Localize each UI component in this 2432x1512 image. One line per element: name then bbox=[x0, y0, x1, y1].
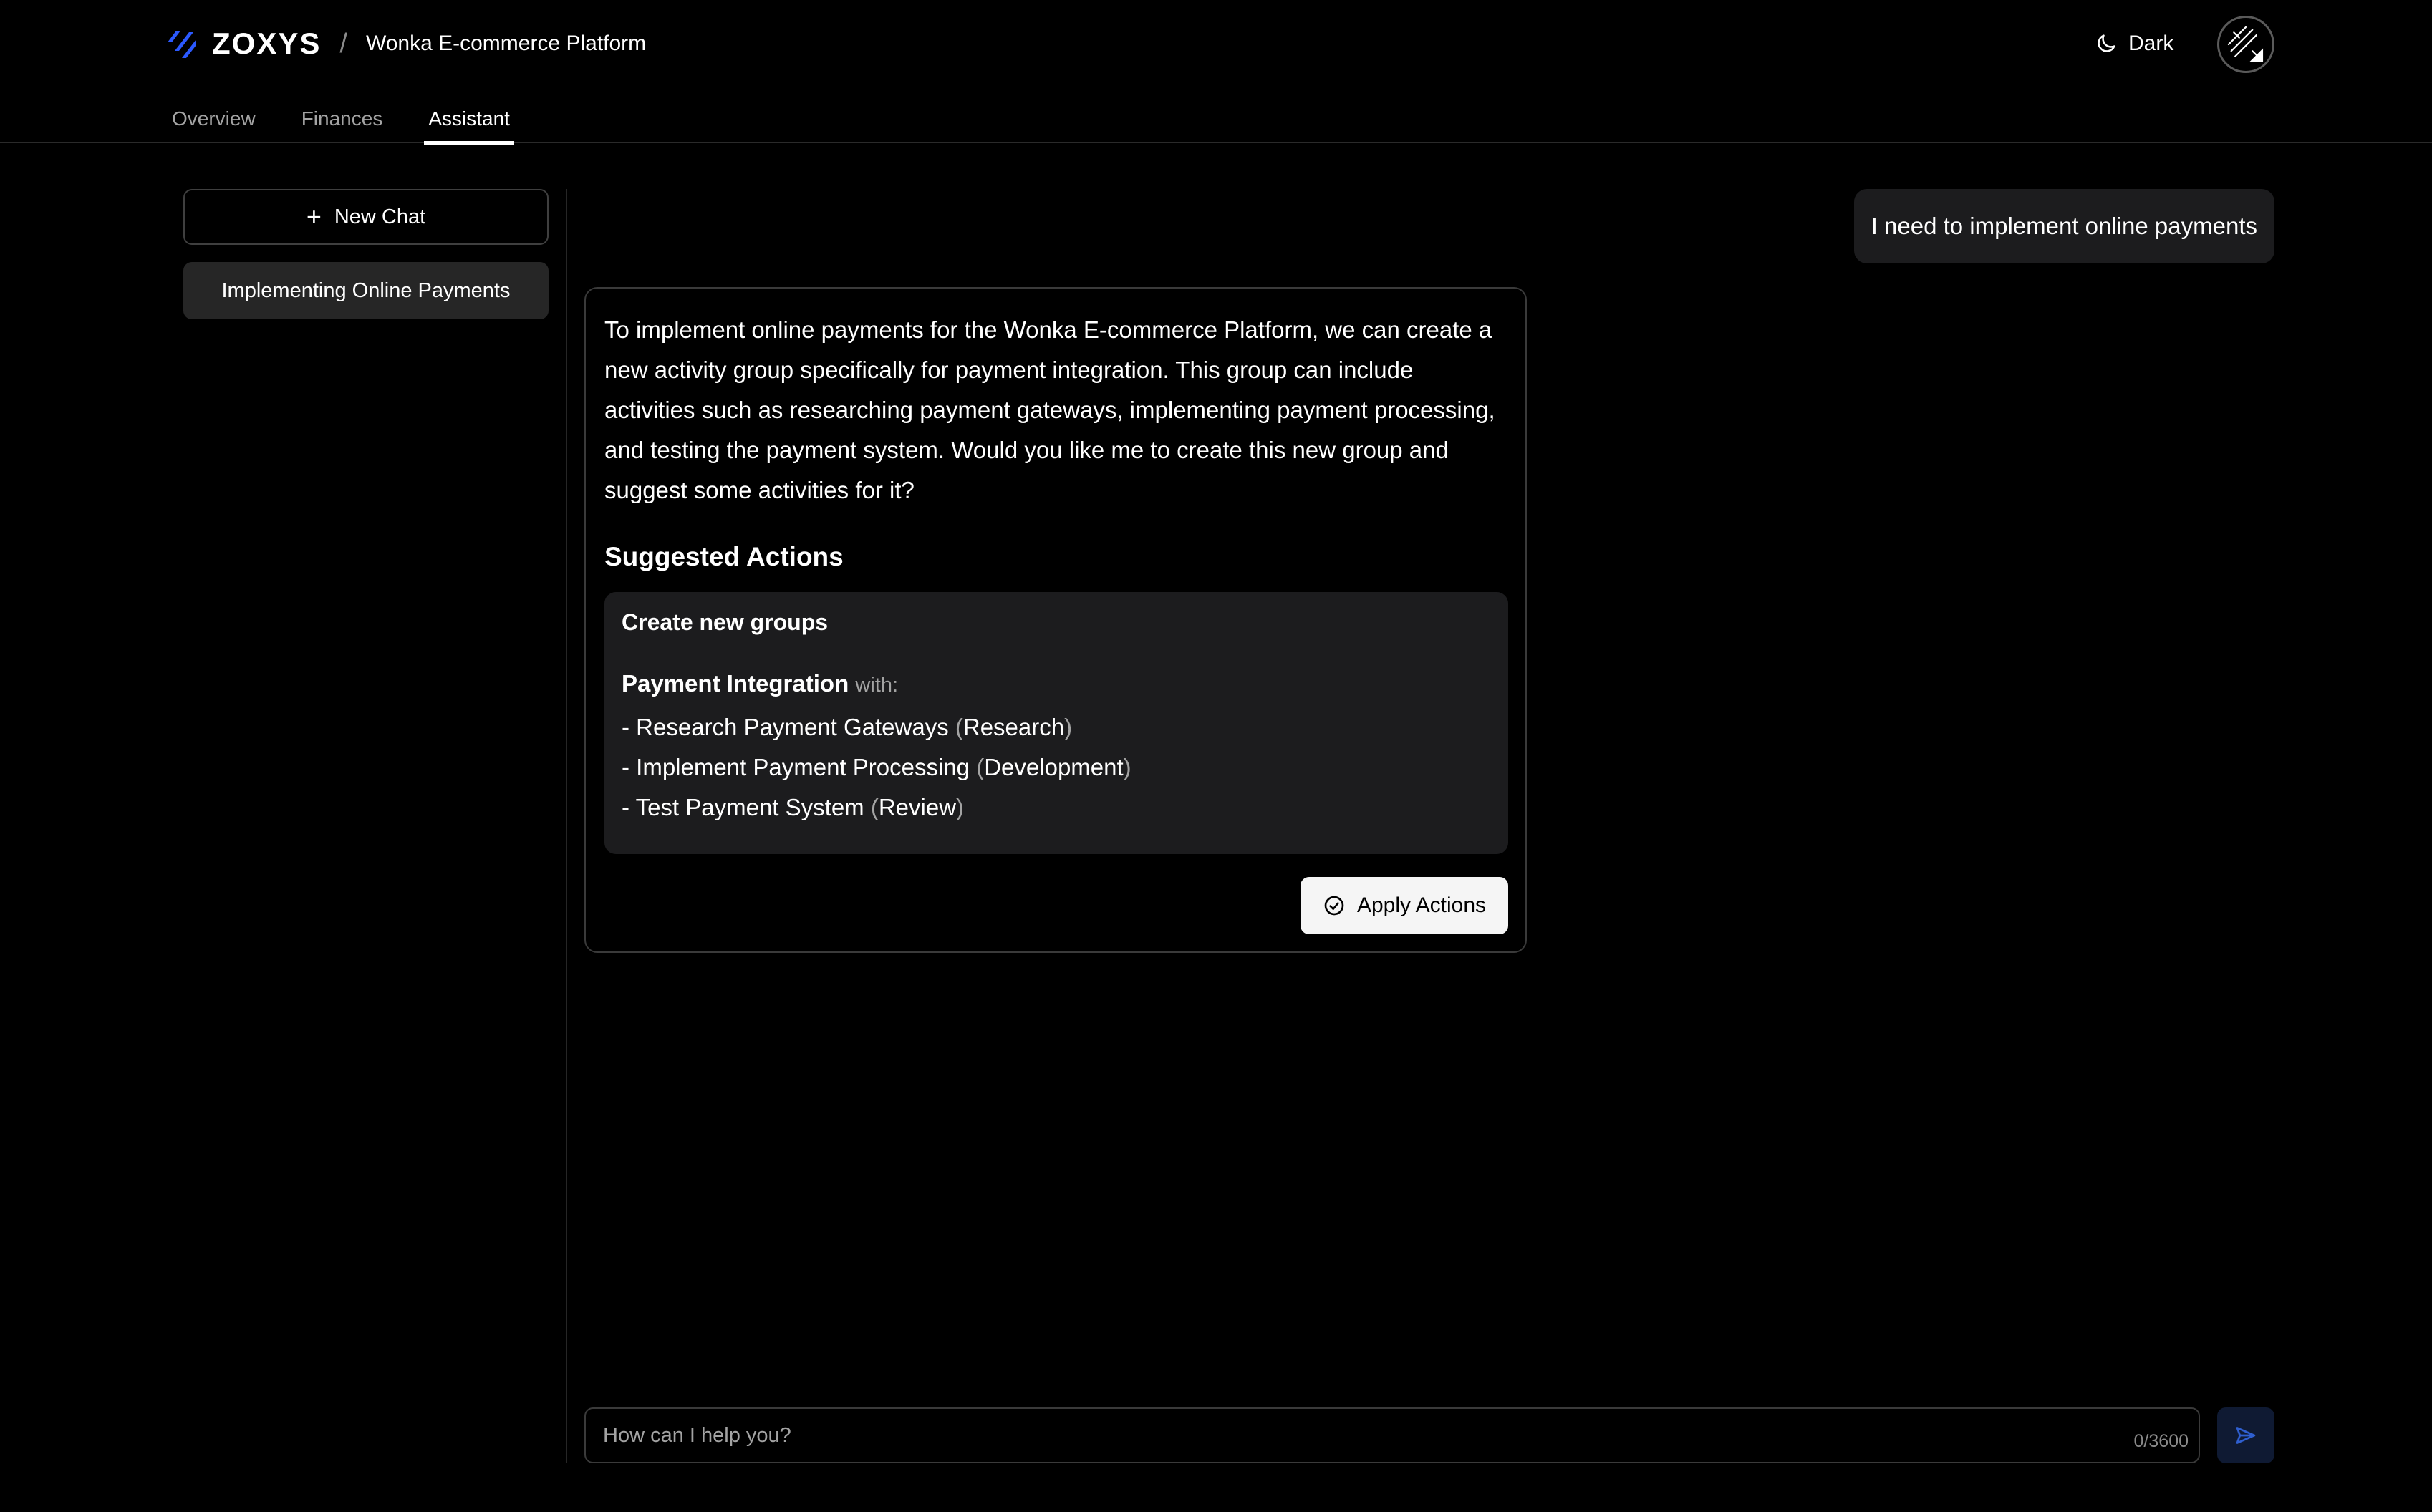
activity-type: Development bbox=[984, 754, 1124, 780]
chat-composer: 0/3600 bbox=[584, 1407, 2200, 1463]
suggested-action-panel: Create new groups Payment Integration wi… bbox=[604, 592, 1508, 854]
group-with-label: with: bbox=[855, 674, 899, 697]
check-circle-icon bbox=[1324, 896, 1344, 916]
activity-name: Test Payment System bbox=[635, 794, 864, 820]
theme-label: Dark bbox=[2128, 32, 2174, 55]
activity-item: - Research Payment Gateways (Research) bbox=[622, 714, 1073, 740]
group-line: Payment Integration with: bbox=[622, 670, 1491, 697]
chat-input[interactable] bbox=[586, 1409, 2199, 1462]
app-header: ZOXYS / Wonka E-commerce Platform Dark O… bbox=[0, 0, 2432, 145]
moon-icon bbox=[2098, 34, 2115, 52]
plus-icon: + bbox=[306, 202, 322, 231]
group-name: Payment Integration bbox=[622, 670, 849, 697]
activity-type: Research bbox=[962, 714, 1065, 740]
project-name[interactable]: Wonka E-commerce Platform bbox=[366, 32, 646, 56]
user-avatar[interactable] bbox=[2217, 16, 2274, 73]
logo-text[interactable]: ZOXYS bbox=[212, 26, 321, 61]
activity-item: - Test Payment System (Review) bbox=[622, 794, 965, 820]
chat-sidebar: + New Chat Implementing Online Payments bbox=[183, 189, 549, 319]
activity-type: Review bbox=[878, 794, 957, 820]
action-title: Create new groups bbox=[622, 609, 829, 635]
avatar-pattern-icon bbox=[2227, 26, 2264, 62]
new-chat-label: New Chat bbox=[334, 205, 426, 228]
chat-history-item-title: Implementing Online Payments bbox=[221, 278, 511, 302]
tab-assistant[interactable]: Assistant bbox=[424, 100, 514, 145]
char-count: 0/3600 bbox=[2133, 1431, 2189, 1451]
user-message-text: I need to implement online payments bbox=[1871, 213, 2257, 239]
assistant-message-text: To implement online payments for the Won… bbox=[604, 316, 1495, 503]
apply-actions-button[interactable]: Apply Actions bbox=[1301, 877, 1508, 934]
apply-actions-label: Apply Actions bbox=[1356, 893, 1487, 917]
activity-list: - Research Payment Gateways (Research) -… bbox=[622, 707, 1491, 828]
activity-name: Research Payment Gateways bbox=[636, 714, 949, 740]
send-button[interactable] bbox=[2217, 1407, 2274, 1463]
breadcrumb-separator: / bbox=[339, 28, 347, 59]
new-chat-button[interactable]: + New Chat bbox=[183, 189, 549, 245]
send-icon bbox=[2236, 1427, 2256, 1444]
user-message-bubble: I need to implement online payments bbox=[1853, 189, 2274, 263]
brand: ZOXYS / Wonka E-commerce Platform bbox=[165, 26, 646, 62]
tab-finances[interactable]: Finances bbox=[301, 100, 383, 143]
activity-item: - Implement Payment Processing (Developm… bbox=[622, 754, 1131, 780]
suggested-actions-heading: Suggested Actions bbox=[604, 542, 844, 571]
activity-name: Implement Payment Processing bbox=[636, 754, 970, 780]
zoxys-logo-icon bbox=[168, 31, 196, 58]
tab-overview[interactable]: Overview bbox=[172, 100, 256, 143]
assistant-message-card: To implement online payments for the Won… bbox=[584, 287, 1527, 953]
main-tabs: Overview Finances Assistant bbox=[172, 100, 556, 145]
theme-toggle-button[interactable]: Dark bbox=[2094, 27, 2173, 60]
sidebar-divider bbox=[566, 189, 567, 1463]
chat-history-item[interactable]: Implementing Online Payments bbox=[183, 262, 549, 319]
